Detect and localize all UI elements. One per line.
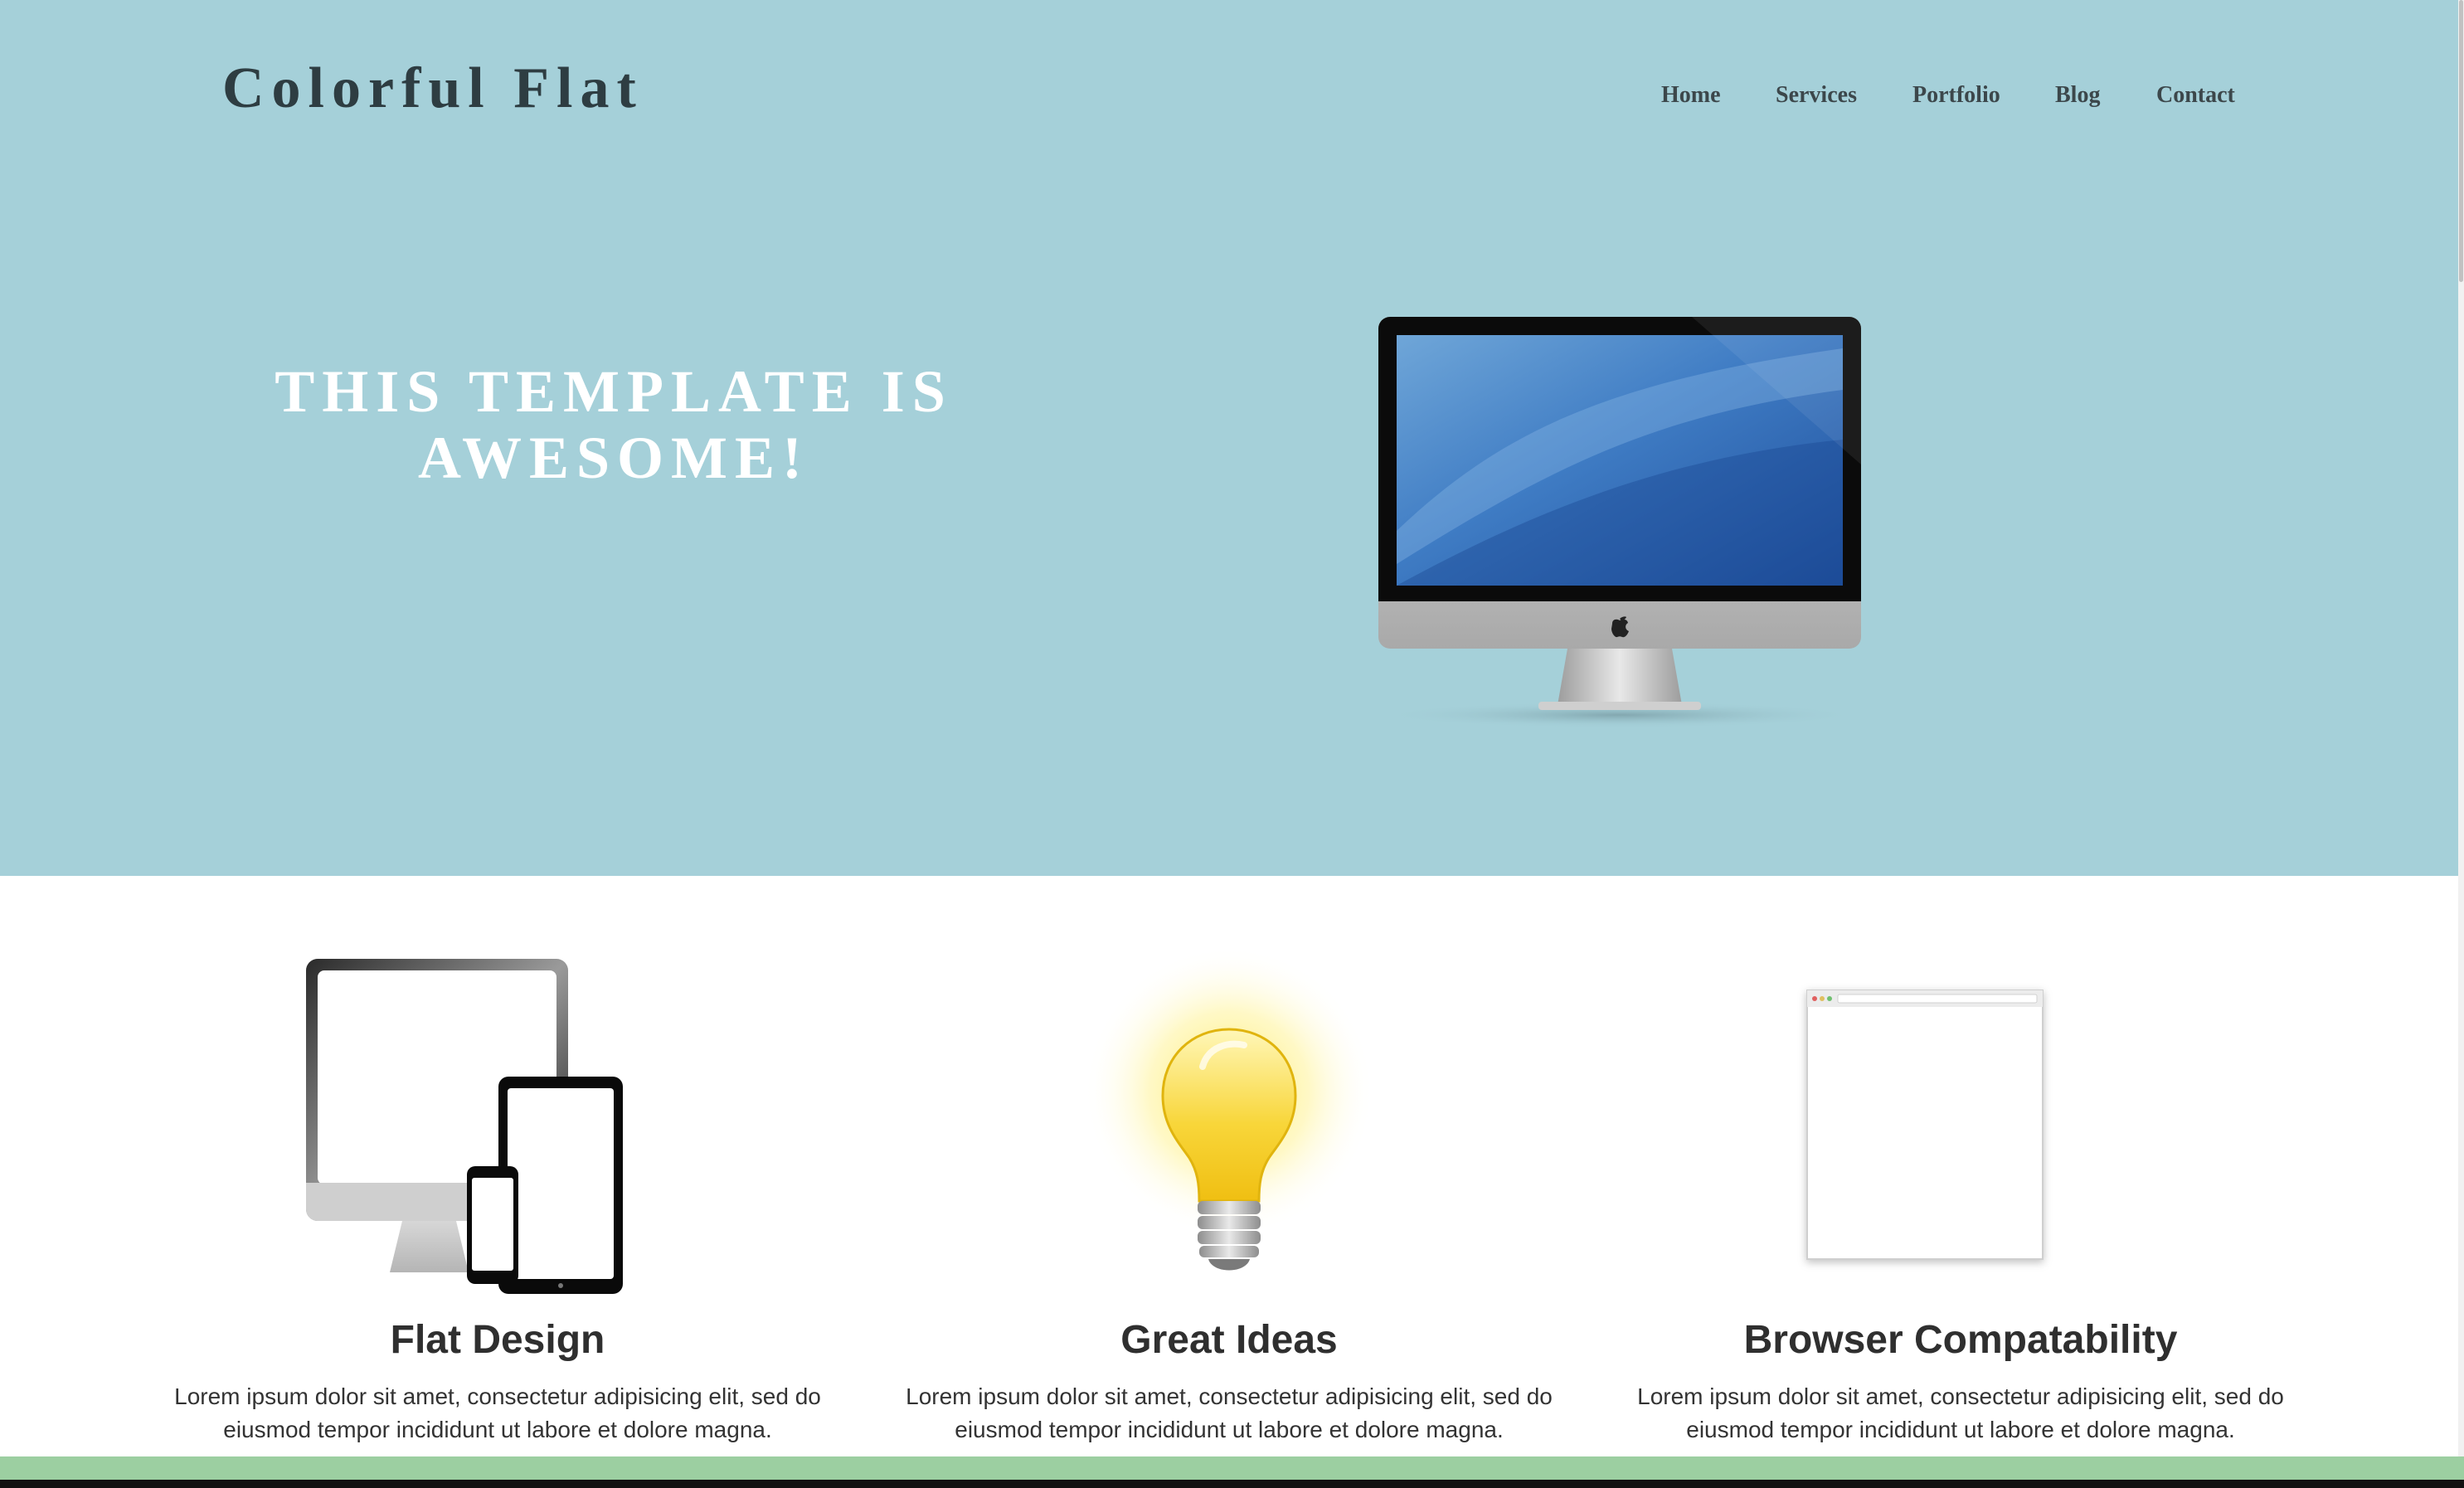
feature-text-line2: eiusmod tempor incididunt ut labore et d… (223, 1417, 772, 1442)
feature-text-line1: Lorem ipsum dolor sit amet, consectetur … (906, 1383, 1553, 1409)
scrollbar-thumb[interactable] (2459, 0, 2463, 282)
features-section: Flat Design Lorem ipsum dolor sit amet, … (0, 876, 2458, 1456)
feature-flat-design: Flat Design Lorem ipsum dolor sit amet, … (141, 876, 854, 1456)
main-nav: Home Services Portfolio Blog Contact (0, 81, 2458, 114)
imac-monitor-icon (1377, 315, 1863, 730)
feature-text: Lorem ipsum dolor sit amet, consectetur … (872, 1380, 1586, 1447)
feature-text: Lorem ipsum dolor sit amet, consectetur … (1604, 1380, 2317, 1447)
feature-title: Browser Compatability (1743, 1318, 2178, 1362)
taskbar-strip (0, 1480, 2464, 1488)
lightbulb-icon (872, 876, 1586, 1307)
nav-home[interactable]: Home (1661, 81, 1721, 109)
browser-window-icon (1604, 876, 2317, 1307)
feature-text-line1: Lorem ipsum dolor sit amet, consectetur … (1637, 1383, 2284, 1409)
feature-title: Flat Design (390, 1318, 605, 1362)
devices-icon (141, 876, 854, 1307)
hero-section: Colorful Flat Home Services Portfolio Bl… (0, 0, 2458, 876)
footer-bar (0, 1456, 2464, 1480)
hero-headline: THIS TEMPLATE IS AWESOME! (249, 358, 979, 491)
feature-title: Great Ideas (1120, 1318, 1338, 1362)
feature-browser-compatability: Browser Compatability Lorem ipsum dolor … (1604, 876, 2317, 1456)
nav-services[interactable]: Services (1776, 81, 1857, 109)
feature-text-line2: eiusmod tempor incididunt ut labore et d… (1686, 1417, 2235, 1442)
hero-headline-line1: THIS TEMPLATE IS (275, 358, 953, 425)
nav-contact[interactable]: Contact (2156, 81, 2235, 109)
nav-blog[interactable]: Blog (2055, 81, 2100, 109)
hero-headline-line2: AWESOME! (417, 425, 810, 491)
feature-text: Lorem ipsum dolor sit amet, consectetur … (141, 1380, 854, 1447)
page-scrollbar[interactable] (2458, 0, 2464, 1460)
nav-portfolio[interactable]: Portfolio (1912, 81, 2000, 109)
feature-text-line2: eiusmod tempor incididunt ut labore et d… (955, 1417, 1504, 1442)
feature-great-ideas: Great Ideas Lorem ipsum dolor sit amet, … (872, 876, 1586, 1456)
feature-text-line1: Lorem ipsum dolor sit amet, consectetur … (174, 1383, 821, 1409)
